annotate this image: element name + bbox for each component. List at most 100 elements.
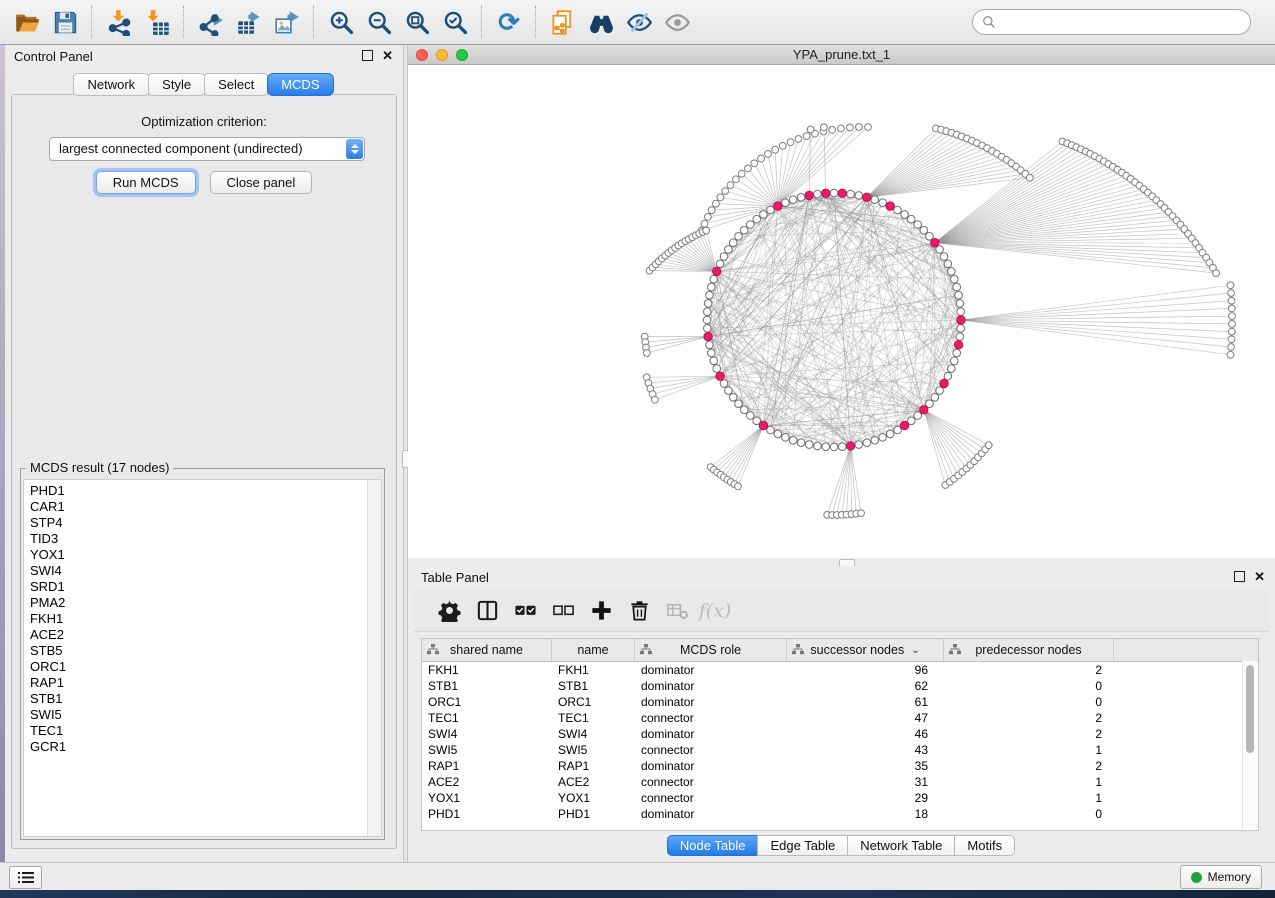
column-header-name[interactable]: name xyxy=(552,639,635,661)
zoom-selected-button[interactable] xyxy=(436,3,474,41)
mcds-result-item[interactable]: SRD1 xyxy=(24,579,367,595)
network-node[interactable] xyxy=(955,291,963,299)
dominator-node[interactable] xyxy=(957,316,965,324)
network-node[interactable] xyxy=(951,357,959,365)
network-node[interactable] xyxy=(805,441,813,449)
network-node[interactable] xyxy=(740,406,748,414)
network-search-input[interactable] xyxy=(972,9,1251,35)
leaf-node[interactable] xyxy=(787,139,794,146)
clone-network-button[interactable] xyxy=(544,3,582,41)
mcds-result-list[interactable]: PHD1CAR1STP4TID3YOX1SWI4SRD1PMA2FKH1ACE2… xyxy=(23,479,382,837)
network-node[interactable] xyxy=(894,206,902,214)
network-node[interactable] xyxy=(706,291,714,299)
network-node[interactable] xyxy=(703,316,711,324)
network-node[interactable] xyxy=(956,300,964,308)
leaf-node[interactable] xyxy=(795,136,802,143)
dominator-node[interactable] xyxy=(931,239,939,247)
close-panel-icon[interactable]: ✕ xyxy=(1254,572,1265,581)
tab-network-table[interactable]: Network Table xyxy=(847,835,955,856)
network-node[interactable] xyxy=(931,394,939,402)
save-session-button[interactable] xyxy=(46,3,84,41)
table-scrollbar[interactable] xyxy=(1242,661,1257,829)
column-header-successor-nodes[interactable]: successor nodes⌄ xyxy=(787,639,944,661)
network-node[interactable] xyxy=(914,221,922,229)
network-graph[interactable] xyxy=(408,65,1275,558)
dominator-node[interactable] xyxy=(822,189,830,197)
network-node[interactable] xyxy=(704,325,712,333)
mcds-result-item[interactable]: PMA2 xyxy=(24,595,367,611)
export-table-button[interactable] xyxy=(230,3,268,41)
horizontal-split-divider[interactable] xyxy=(408,558,1275,566)
dominator-node[interactable] xyxy=(846,442,854,450)
dominator-node[interactable] xyxy=(863,193,871,201)
network-node[interactable] xyxy=(725,246,733,254)
network-node[interactable] xyxy=(879,434,887,442)
mcds-result-item[interactable]: TEC1 xyxy=(24,723,367,739)
leaf-node[interactable] xyxy=(705,214,712,221)
tab-select[interactable]: Select xyxy=(204,73,268,96)
dominator-node[interactable] xyxy=(886,202,894,210)
dominator-node[interactable] xyxy=(704,332,712,340)
table-row[interactable]: ORC1ORC1dominator610 xyxy=(422,694,1258,710)
table-row[interactable]: PHD1PHD1dominator180 xyxy=(422,806,1258,822)
network-node[interactable] xyxy=(789,437,797,445)
close-panel-icon[interactable]: ✕ xyxy=(382,51,393,60)
network-node[interactable] xyxy=(847,190,855,198)
create-column-button[interactable] xyxy=(582,596,620,626)
network-node[interactable] xyxy=(920,226,928,234)
mcds-result-item[interactable]: STB1 xyxy=(24,691,367,707)
mcds-result-item[interactable]: TID3 xyxy=(24,531,367,547)
hide-selected-button[interactable] xyxy=(620,3,658,41)
network-node[interactable] xyxy=(936,387,944,395)
leaf-node[interactable] xyxy=(765,151,772,158)
mcds-result-item[interactable]: GCR1 xyxy=(24,739,367,755)
dominator-node[interactable] xyxy=(954,341,962,349)
network-node[interactable] xyxy=(735,233,743,241)
table-row[interactable]: FKH1FKH1dominator962 xyxy=(422,662,1258,678)
mcds-result-item[interactable]: YOX1 xyxy=(24,547,367,563)
network-node[interactable] xyxy=(767,206,775,214)
network-node[interactable] xyxy=(863,439,871,447)
leaf-node[interactable] xyxy=(1227,282,1234,289)
network-node[interactable] xyxy=(729,239,737,247)
leaf-node[interactable] xyxy=(735,483,742,490)
leaf-node[interactable] xyxy=(644,350,651,357)
table-row[interactable]: SWI5SWI5connector431 xyxy=(422,742,1258,758)
leaf-node[interactable] xyxy=(829,126,836,133)
close-panel-button[interactable]: Close panel xyxy=(210,171,313,194)
leaf-node[interactable] xyxy=(985,442,992,449)
network-node[interactable] xyxy=(839,443,847,451)
tab-motifs[interactable]: Motifs xyxy=(954,835,1015,856)
network-node[interactable] xyxy=(704,308,712,316)
dominator-node[interactable] xyxy=(920,406,928,414)
network-node[interactable] xyxy=(940,253,948,261)
leaf-node[interactable] xyxy=(847,124,854,131)
network-node[interactable] xyxy=(822,443,830,451)
leaf-node[interactable] xyxy=(838,125,845,132)
mcds-result-item[interactable]: STP4 xyxy=(24,515,367,531)
network-node[interactable] xyxy=(944,372,952,380)
network-node[interactable] xyxy=(740,226,748,234)
network-node[interactable] xyxy=(956,333,964,341)
network-node[interactable] xyxy=(708,349,716,357)
export-image-button[interactable] xyxy=(268,3,306,41)
float-window-icon[interactable] xyxy=(1234,571,1245,582)
run-mcds-button[interactable]: Run MCDS xyxy=(96,171,196,194)
leaf-node[interactable] xyxy=(865,124,872,131)
table-row[interactable]: TEC1TEC1connector472 xyxy=(422,710,1258,726)
network-window-titlebar[interactable]: YPA_prune.txt_1 xyxy=(408,45,1275,65)
dominator-node[interactable] xyxy=(774,202,782,210)
leaf-node[interactable] xyxy=(751,160,758,167)
leaf-node[interactable] xyxy=(717,194,724,201)
dominator-node[interactable] xyxy=(838,189,846,197)
table-row[interactable]: RAP1RAP1dominator352 xyxy=(422,758,1258,774)
leaf-node[interactable] xyxy=(1228,305,1235,312)
export-network-button[interactable] xyxy=(192,3,230,41)
leaf-node[interactable] xyxy=(652,396,659,403)
delete-column-button[interactable] xyxy=(620,596,658,626)
network-node[interactable] xyxy=(830,443,838,451)
import-table-button[interactable] xyxy=(138,3,176,41)
zoom-fit-button[interactable] xyxy=(398,3,436,41)
column-header-predecessor-nodes[interactable]: predecessor nodes xyxy=(944,639,1114,661)
leaf-node[interactable] xyxy=(1213,270,1220,277)
